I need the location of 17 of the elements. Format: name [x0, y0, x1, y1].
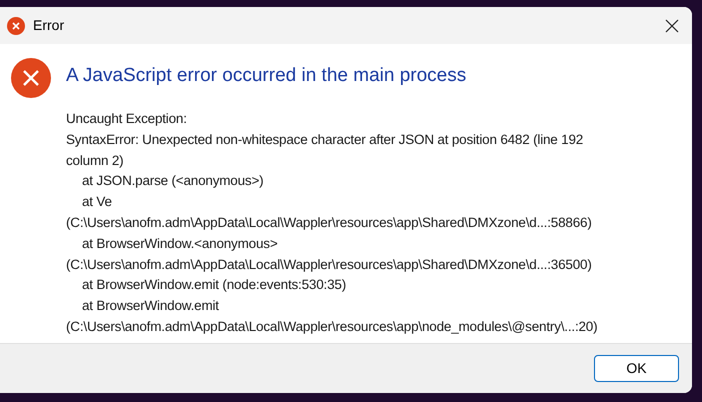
- window-title: Error: [33, 16, 64, 35]
- stack-frame-text: at BrowserWindow.<anonymous>: [82, 234, 278, 253]
- error-heading: A JavaScript error occurred in the main process: [66, 64, 468, 88]
- stack-frame-text: at Ve: [82, 193, 112, 212]
- stack-frame-text: at BrowserWindow.emit (node:events:530:35): [82, 276, 346, 294]
- error-icon: [11, 58, 51, 98]
- message-text: (C:\Users\anofm.adm\AppData\Local\Wappler\resources\app\node_modules\@sentry\...:20): [66, 318, 598, 336]
- message-text: column 2): [66, 152, 124, 170]
- message-text: Uncaught Exception:: [66, 110, 187, 128]
- message-text: (C:\Users\anofm.adm\AppData\Local\Wappler\resources\app\Shared\DMXzone\d...:36500): [66, 256, 592, 274]
- message-text: (C:\Users\anofm.adm\AppData\Local\Wappler\resources\app\Shared\DMXzone\d...:58866): [66, 214, 592, 232]
- message-text: SyntaxError: Unexpected non-whitespace character after JSON at position 6482 (line 192: [66, 130, 584, 149]
- ok-button[interactable]: OK: [594, 355, 679, 382]
- error-icon: [7, 16, 25, 34]
- stack-frame-text: at JSON.parse (<anonymous>): [82, 172, 264, 190]
- stack-frame-text: at BrowserWindow.emit: [82, 297, 219, 316]
- close-icon: [665, 18, 679, 32]
